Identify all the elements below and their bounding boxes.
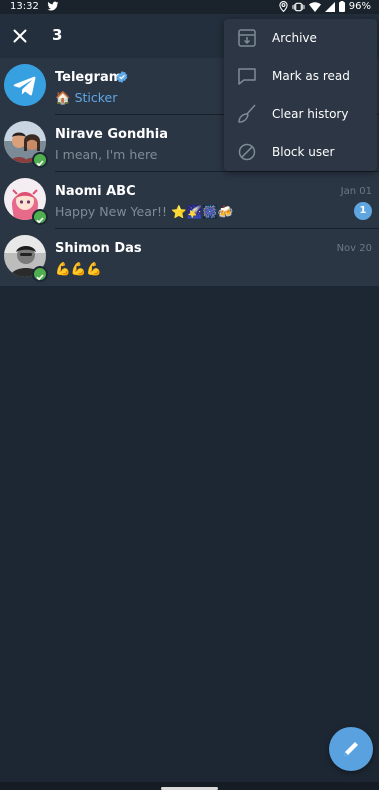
chat-date: Nov 20: [336, 243, 372, 254]
chat-name: Shimon Das: [55, 241, 142, 256]
broom-icon: [238, 104, 256, 123]
chat-last-message: 💪💪💪: [55, 261, 102, 276]
chat-row-shimon-das[interactable]: Shimon Das Nov 20 💪💪💪: [0, 229, 379, 286]
wifi-icon: [308, 1, 321, 12]
chat-message-text: Sticker: [74, 90, 118, 105]
compose-button[interactable]: [329, 727, 373, 771]
pencil-icon: [344, 742, 358, 756]
system-navigation-bar: [0, 782, 379, 790]
chat-last-message: 🏠 Sticker: [55, 90, 117, 106]
chat-name: Nirave Gondhia: [55, 127, 168, 142]
telegram-logo-icon: [4, 64, 46, 106]
house-emoji: 🏠: [55, 90, 71, 105]
chat-bubble-icon: [238, 68, 256, 85]
verified-badge-icon: [116, 71, 128, 83]
selected-count: 3: [52, 26, 63, 44]
menu-item-mark-as-read[interactable]: Mark as read: [224, 57, 377, 95]
chat-last-message: Happy New Year!! ⭐🌠🎆🍻: [55, 204, 234, 219]
battery-icon: [338, 1, 345, 12]
chat-name: Naomi ABC: [55, 184, 136, 199]
selected-check-icon: [32, 209, 48, 225]
status-time: 13:32: [10, 1, 39, 12]
twitter-icon: [47, 1, 59, 11]
avatar: [4, 64, 46, 106]
chat-options-menu: Archive Mark as read Clear history Block…: [224, 19, 377, 171]
menu-item-label: Archive: [272, 31, 317, 45]
chat-date: Jan 01: [340, 186, 372, 197]
battery-percent: 96%: [348, 1, 371, 12]
menu-item-block-user[interactable]: Block user: [224, 133, 377, 171]
chat-last-message: I mean, I'm here: [55, 147, 158, 162]
selected-check-icon: [32, 266, 48, 282]
block-icon: [238, 143, 256, 161]
menu-item-label: Block user: [272, 145, 335, 159]
chat-name: Telegram: [55, 70, 123, 85]
vibrate-icon: [292, 2, 305, 11]
unread-badge: 1: [354, 202, 372, 220]
selected-check-icon: [32, 152, 48, 168]
menu-item-label: Clear history: [272, 107, 349, 121]
location-icon: [279, 1, 288, 12]
status-bar: 13:32 96%: [0, 0, 379, 14]
chat-row-naomi-abc[interactable]: Naomi ABC Jan 01 Happy New Year!! ⭐🌠🎆🍻 1: [0, 172, 379, 229]
menu-item-label: Mark as read: [272, 69, 350, 83]
close-icon[interactable]: [8, 24, 32, 48]
menu-item-clear-history[interactable]: Clear history: [224, 95, 377, 133]
menu-item-archive[interactable]: Archive: [224, 19, 377, 57]
signal-icon: [324, 1, 335, 12]
archive-icon: [238, 29, 256, 47]
